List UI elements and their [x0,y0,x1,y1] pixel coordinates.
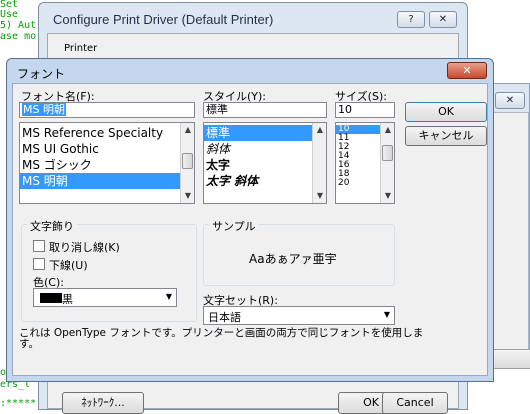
chevron-down-icon: ▼ [165,292,172,301]
charset-select[interactable]: 日本語 ▼ [203,306,395,325]
font-info-text: これは OpenType フォントです。プリンターと画面の両方で同じフォントを使… [19,327,424,350]
scroll-up-icon[interactable]: ▲ [181,123,194,137]
printer-label: Printer [64,43,98,54]
console-line: 5) Aut [0,20,37,31]
style-list[interactable]: 標準 斜体 太字 太字 斜体 ▲ ▼ [203,122,327,204]
style-list-item[interactable]: 太字 斜体 [204,173,326,189]
strikeout-label: 取り消し線(K) [49,241,120,254]
dialog-body: フォント名(F): MS 明朝 MS Reference Specialty M… [12,83,488,376]
color-value: 黒 [62,293,73,306]
style-list-item-selected[interactable]: 標準 [204,125,314,141]
network-button[interactable]: ﾈｯﾄﾜｰｸ... [62,392,144,414]
charset-value: 日本語 [208,311,241,324]
strikeout-checkbox[interactable] [33,240,45,252]
close-button[interactable]: ✕ [429,11,457,28]
font-list-item[interactable]: MS ゴシック [20,157,194,173]
cancel-button[interactable]: キャンセル [405,126,487,146]
font-dialog: フォント ✕ フォント名(F): MS 明朝 MS Reference Spec… [6,58,494,382]
color-select[interactable]: 黒 ▼ [33,288,177,307]
font-list-scrollbar[interactable]: ▲ ▼ [180,123,194,203]
size-list[interactable]: 10 11 12 14 16 18 20 ▲ ▼ [335,122,395,204]
dialog-title: フォント [17,67,66,81]
font-name-value: MS 明朝 [22,103,66,116]
effects-label: 文字飾り [27,218,77,234]
style-list-item[interactable]: 太字 [204,157,326,173]
font-name-input[interactable]: MS 明朝 [19,102,195,118]
sample-text: Aaあぁアァ亜宇 [249,252,337,266]
scroll-thumb[interactable] [182,153,193,169]
scroll-up-icon[interactable]: ▲ [381,123,394,137]
chevron-down-icon: ▼ [383,310,390,319]
size-input[interactable]: 10 [335,102,395,118]
font-list-item[interactable]: MS UI Gothic [20,141,194,157]
scroll-up-icon[interactable]: ▲ [313,123,326,137]
scroll-thumb[interactable] [382,145,393,161]
console-line: ase mo [0,31,37,42]
font-list[interactable]: MS Reference Specialty MS UI Gothic MS ゴ… [19,122,195,204]
dialog-title: Configure Print Driver (Default Printer) [53,12,274,27]
scroll-down-icon[interactable]: ▼ [313,189,326,203]
scroll-down-icon[interactable]: ▼ [381,189,394,203]
cancel-button[interactable]: Cancel [382,392,448,414]
style-input[interactable]: 標準 [203,102,327,118]
scroll-down-icon[interactable]: ▼ [181,189,194,203]
style-list-scrollbar[interactable]: ▲ ▼ [312,123,326,203]
style-list-item[interactable]: 斜体 [204,141,326,157]
font-list-item-selected[interactable]: MS 明朝 [20,173,182,189]
size-list-scrollbar[interactable]: ▲ ▼ [380,123,394,203]
font-list-item[interactable]: MS Reference Specialty [20,125,194,141]
color-swatch [40,293,62,303]
close-button[interactable]: ✕ [495,92,525,109]
console-line: :***** [0,398,37,409]
sample-label: サンプル [209,218,259,234]
ok-button[interactable]: OK [405,102,487,122]
console-line: Use [0,9,19,20]
underline-label: 下線(U) [49,259,88,272]
help-button[interactable]: ? [397,11,425,28]
close-button[interactable]: ✕ [447,62,487,79]
underline-checkbox[interactable] [33,258,45,270]
